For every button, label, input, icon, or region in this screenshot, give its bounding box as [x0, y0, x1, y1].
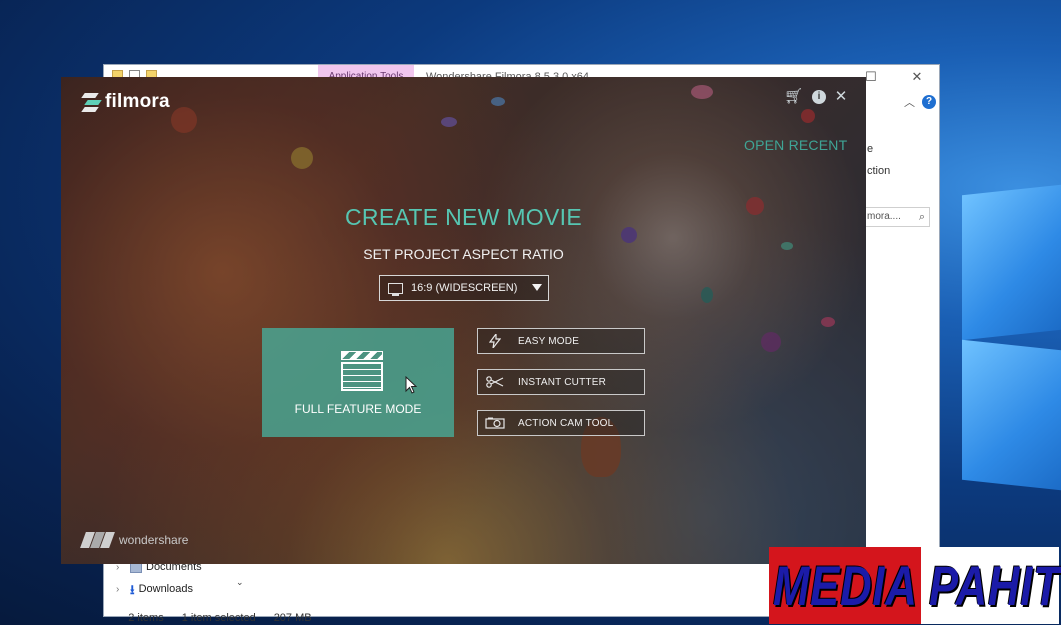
- watermark-text: MEDIA PAHIT: [773, 554, 1061, 617]
- collapse-ribbon-chevron-icon[interactable]: ︿: [904, 94, 915, 110]
- close-button[interactable]: ✕: [910, 69, 924, 85]
- maximize-button[interactable]: ☐: [864, 69, 878, 85]
- clapperboard-icon: [341, 351, 383, 391]
- wondershare-logo: wondershare: [80, 532, 189, 548]
- media-pahit-watermark: MEDIA PAHIT: [769, 547, 1061, 624]
- open-recent-link[interactable]: OPEN RECENT: [744, 137, 847, 153]
- scroll-down-chevron-icon[interactable]: ⌄: [236, 577, 244, 588]
- status-item-count: 2 items: [128, 612, 164, 624]
- filmora-brand-name: filmora: [105, 91, 170, 112]
- search-input-value: mora....: [867, 211, 901, 222]
- dropdown-caret-icon[interactable]: [532, 284, 542, 291]
- tree-item-label: Downloads: [138, 583, 193, 595]
- status-size: 207 MB: [273, 612, 312, 624]
- cart-icon[interactable]: 🛒︎: [784, 87, 803, 105]
- download-arrow-icon: ⭳: [130, 581, 135, 597]
- lightning-icon: [482, 334, 508, 348]
- create-new-movie-heading: CREATE NEW MOVIE: [345, 204, 582, 230]
- wondershare-logo-icon: [80, 532, 115, 548]
- chevron-right-icon[interactable]: ›: [116, 584, 126, 595]
- filmora-logo: filmora: [81, 91, 170, 113]
- filmora-launcher-dialog: filmora 🛒︎ i ✕ OPEN RECENT CREATE NEW MO…: [61, 77, 866, 564]
- ribbon-text: e: [867, 143, 874, 155]
- aspect-ratio-value: 16:9 (WIDESCREEN): [411, 282, 518, 294]
- tree-item-downloads[interactable]: › ⭳ Downloads: [116, 581, 193, 597]
- instant-cutter-button[interactable]: INSTANT CUTTER: [477, 369, 645, 395]
- instant-cutter-label: INSTANT CUTTER: [518, 376, 606, 388]
- full-feature-mode-label: FULL FEATURE MODE: [294, 402, 422, 416]
- ribbon-group: e ction: [864, 113, 938, 197]
- monitor-icon: [388, 282, 403, 296]
- action-cam-tool-button[interactable]: ACTION CAM TOOL: [477, 410, 645, 436]
- full-feature-mode-button[interactable]: FULL FEATURE MODE: [262, 328, 454, 437]
- help-icon[interactable]: ?: [922, 95, 936, 109]
- action-cam-tool-label: ACTION CAM TOOL: [518, 417, 614, 429]
- info-icon[interactable]: i: [812, 90, 826, 104]
- close-icon[interactable]: ✕: [832, 87, 850, 105]
- scissors-icon: [482, 376, 508, 388]
- aspect-ratio-select[interactable]: 16:9 (WIDESCREEN): [379, 275, 549, 301]
- easy-mode-button[interactable]: EASY MODE: [477, 328, 645, 354]
- aspect-ratio-label: SET PROJECT ASPECT RATIO: [363, 246, 564, 262]
- camera-icon: [482, 417, 508, 429]
- ribbon-text: ction: [867, 165, 891, 177]
- wondershare-brand-name: wondershare: [119, 533, 189, 547]
- status-bar: 2 items 1 item selected 207 MB: [116, 600, 330, 625]
- search-input[interactable]: mora.... ⌕: [864, 207, 930, 227]
- search-icon[interactable]: ⌕: [919, 208, 925, 226]
- filmora-logo-icon: [81, 92, 102, 112]
- windows-logo: [940, 184, 1061, 491]
- easy-mode-label: EASY MODE: [518, 335, 580, 347]
- status-selected: 1 item selected: [181, 612, 256, 624]
